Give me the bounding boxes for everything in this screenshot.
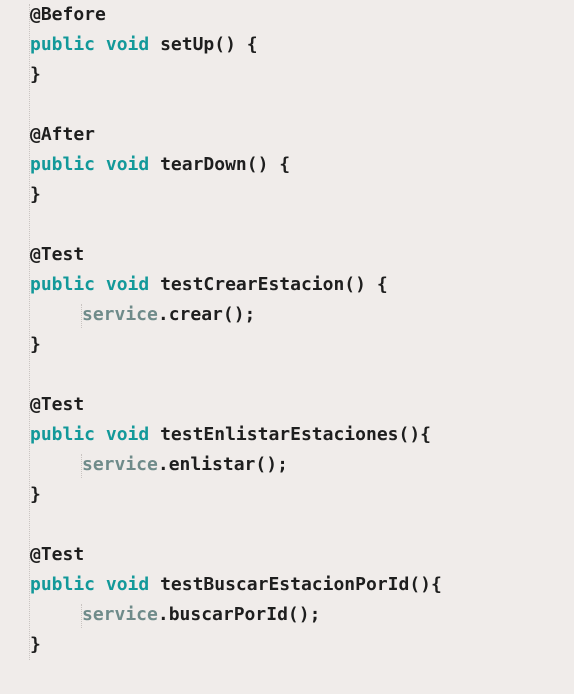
indent-guide (81, 454, 82, 478)
code-line: public void testCrearEstacion() { (30, 270, 442, 300)
closing-brace: } (30, 334, 41, 355)
method-signature: testEnlistarEstaciones(){ (160, 424, 432, 445)
keyword-modifier: public (30, 274, 96, 295)
code-line: public void setUp() { (30, 30, 442, 60)
keyword-modifier: public (30, 34, 96, 55)
indent (30, 300, 82, 330)
indent (30, 450, 82, 480)
annotation: @After (30, 124, 96, 145)
code-line: } (30, 180, 442, 210)
code-line: @Test (30, 540, 442, 570)
code-area[interactable]: @Before public void setUp() { } @After p… (30, 0, 442, 660)
annotation: @Test (30, 244, 85, 265)
method-call: .buscarPorId(); (157, 604, 321, 625)
code-line: public void tearDown() { (30, 150, 442, 180)
closing-brace: } (30, 64, 41, 85)
annotation: @Test (30, 544, 85, 565)
keyword-modifier: public (30, 424, 96, 445)
code-line: @Before (30, 0, 442, 30)
keyword-type: void (105, 424, 150, 445)
indent-guide (81, 604, 82, 628)
code-line: } (30, 60, 442, 90)
indent-guide (81, 304, 82, 328)
field-reference: service (82, 304, 158, 325)
keyword-type: void (105, 274, 150, 295)
method-signature: tearDown() { (160, 154, 291, 175)
closing-brace: } (30, 484, 41, 505)
code-line: service.buscarPorId(); (30, 600, 442, 630)
annotation: @Before (30, 4, 106, 25)
method-signature: testBuscarEstacionPorId(){ (160, 574, 442, 595)
keyword-type: void (105, 154, 150, 175)
code-line: public void testBuscarEstacionPorId(){ (30, 570, 442, 600)
code-line: } (30, 330, 442, 360)
code-line: @After (30, 120, 442, 150)
indent (30, 600, 82, 630)
closing-brace: } (30, 634, 41, 655)
keyword-modifier: public (30, 574, 96, 595)
code-editor[interactable]: @Before public void setUp() { } @After p… (0, 0, 574, 694)
field-reference: service (82, 604, 158, 625)
method-signature: setUp() { (160, 34, 258, 55)
closing-brace: } (30, 184, 41, 205)
method-call: .enlistar(); (157, 454, 288, 475)
code-line: public void testEnlistarEstaciones(){ (30, 420, 442, 450)
field-reference: service (82, 454, 158, 475)
method-signature: testCrearEstacion() { (160, 274, 388, 295)
method-call: .crear(); (157, 304, 256, 325)
code-line: @Test (30, 390, 442, 420)
code-line: service.enlistar(); (30, 450, 442, 480)
keyword-modifier: public (30, 154, 96, 175)
keyword-type: void (105, 574, 150, 595)
code-line: @Test (30, 240, 442, 270)
code-line: service.crear(); (30, 300, 442, 330)
keyword-type: void (105, 34, 150, 55)
annotation: @Test (30, 394, 85, 415)
code-line: } (30, 630, 442, 660)
code-line: } (30, 480, 442, 510)
